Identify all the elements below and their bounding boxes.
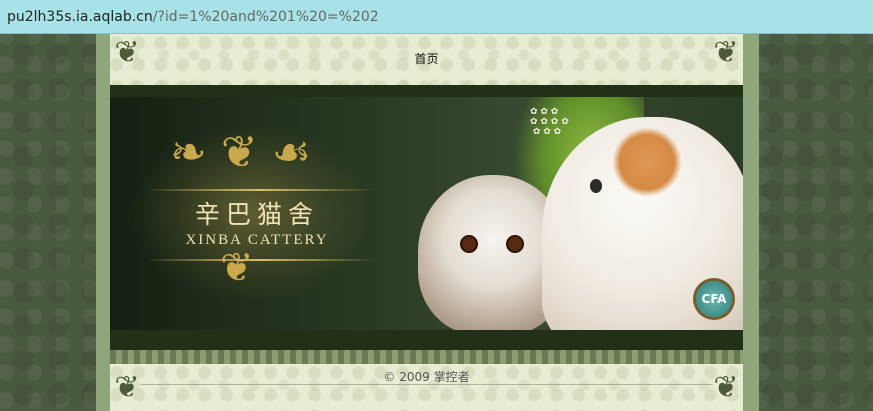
content-area: ❦ ❦ ❦ ❦ 首页 ❧ ❦ ☙ ❦ 辛巴猫舍 XINBA CATTERY ✿ …	[110, 34, 743, 411]
cat-eye	[460, 235, 478, 253]
banner-image: ❧ ❦ ☙ ❦ 辛巴猫舍 XINBA CATTERY ✿ ✿ ✿ ✿ ✿ ✿ ✿ …	[110, 97, 743, 330]
cat-orange-patch	[612, 127, 682, 197]
cat-eye	[506, 235, 524, 253]
footer: © 2009 掌控者	[110, 366, 743, 385]
cat-eye	[590, 179, 602, 193]
url-path: /?id=1%20and%201%20=%202	[152, 8, 379, 25]
copyright-text: © 2009 掌控者	[383, 370, 470, 384]
nav-item-home[interactable]: 首页	[414, 52, 438, 66]
banner-frame: ❧ ❦ ☙ ❦ 辛巴猫舍 XINBA CATTERY ✿ ✿ ✿ ✿ ✿ ✿ ✿ …	[110, 85, 743, 350]
divider-line	[145, 259, 375, 261]
footer-divider	[140, 384, 713, 385]
main-nav: 首页	[110, 48, 743, 67]
cfa-badge-icon: CFA	[693, 278, 735, 320]
decorative-band	[110, 350, 743, 364]
flourish-icon: ❧ ❦ ☙	[170, 127, 312, 178]
address-bar[interactable]: pu2lh35s.ia.aqlab.cn/?id=1%20and%201%20=…	[0, 0, 873, 34]
page-column: ❦ ❦ ❦ ❦ 首页 ❧ ❦ ☙ ❦ 辛巴猫舍 XINBA CATTERY ✿ …	[96, 34, 759, 411]
cattery-title-cn: 辛巴猫舍	[194, 200, 319, 229]
flourish-icon: ❦	[220, 245, 254, 291]
cattery-title-en: XINBA CATTERY	[185, 232, 329, 248]
url-text[interactable]: pu2lh35s.ia.aqlab.cn/?id=1%20and%201%20=…	[0, 9, 379, 25]
flower-bells-icon: ✿ ✿ ✿ ✿ ✿ ✿ ✿ ✿ ✿ ✿	[530, 107, 569, 137]
url-host: pu2lh35s.ia.aqlab.cn	[7, 8, 153, 25]
divider-line	[145, 189, 375, 191]
